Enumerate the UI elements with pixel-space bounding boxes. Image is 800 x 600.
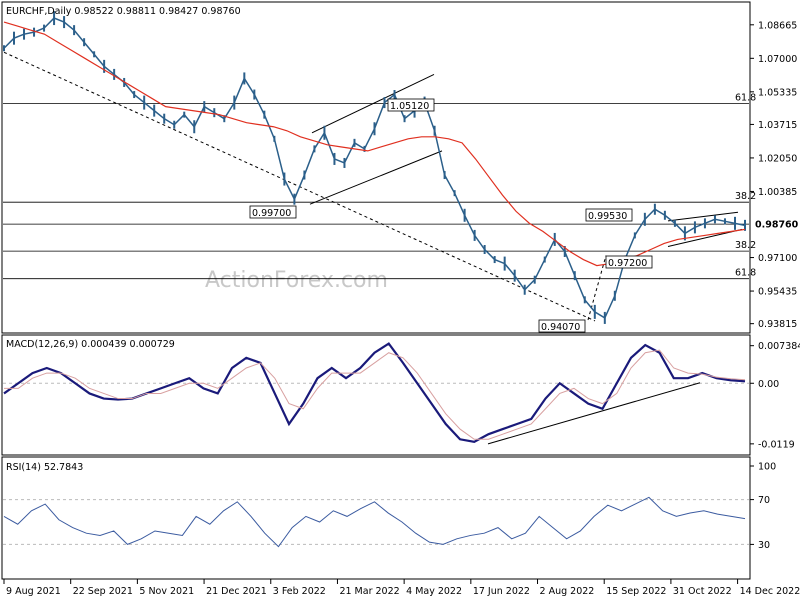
x-tick-label: 21 Mar 2022 — [339, 586, 399, 597]
rsi-y-tick-label: 30 — [758, 540, 770, 551]
x-tick-label: 22 Sep 2021 — [73, 586, 133, 597]
price-annotation-label: 1.05120 — [390, 101, 429, 112]
price-y-tick-label: 0.93815 — [758, 319, 797, 330]
price-annotation-label: 0.99700 — [252, 208, 291, 219]
rsi-title: RSI(14) 52.7843 — [6, 462, 83, 473]
price-annotation-label: 0.99530 — [588, 211, 627, 222]
rsi-panel-frame — [1, 456, 751, 580]
macd-title: MACD(12,26,9) 0.000439 0.000729 — [6, 339, 175, 350]
x-tick-label: 15 Sep 2022 — [606, 586, 666, 597]
macd-y-tick-label: 0.00 — [758, 379, 779, 390]
price-y-tick-label: 1.07000 — [758, 54, 797, 65]
fib-level-label: 38.2 — [735, 240, 756, 251]
fib-level-label: 61.8 — [735, 268, 756, 279]
price-annotation-label: 0.94070 — [541, 322, 580, 333]
symbol-label: EURCHF,Daily — [6, 6, 72, 17]
price-y-tick-label: 1.02050 — [758, 153, 797, 164]
chart-window: ActionForex.com 61.8 38.2 0.98760 38.2 61.8 1… — [0, 0, 800, 600]
x-tick-label: 5 Nov 2021 — [139, 586, 194, 597]
x-tick-label: 14 Dec 2022 — [740, 586, 800, 597]
x-tick-label: 2 Aug 2022 — [540, 586, 595, 597]
price-y-tick-label: 0.95435 — [758, 287, 797, 298]
fib-level-label: 38.2 — [735, 191, 756, 202]
x-tick-label: 31 Oct 2022 — [673, 586, 732, 597]
price-y-tick-label: 1.00385 — [758, 187, 797, 198]
price-y-tick-label: 1.05335 — [758, 87, 797, 98]
price-y-tick-label: 1.08665 — [758, 20, 797, 31]
chart-svg: ActionForex.com 61.838.20.9876038.261.81… — [1, 1, 800, 597]
x-tick-label: 9 Aug 2021 — [6, 586, 61, 597]
fib-level-label: 61.8 — [735, 93, 756, 104]
x-tick-label: 21 Dec 2021 — [206, 586, 267, 597]
price-title: EURCHF,Daily 0.98522 0.98811 0.98427 0.9… — [6, 6, 241, 17]
rsi-y-tick-label: 100 — [758, 462, 776, 473]
price-y-tick-label: 1.03715 — [758, 120, 797, 131]
x-tick-label: 17 Jun 2022 — [473, 586, 530, 597]
x-tick-label: 4 May 2022 — [406, 586, 462, 597]
current-price-label: 0.98760 — [755, 220, 799, 231]
macd-y-tick-label: 0.007384 — [758, 341, 800, 352]
price-annotation-label: 0.97200 — [608, 258, 647, 269]
watermark: ActionForex.com — [205, 268, 388, 293]
macd-y-tick-label: -0.0119 — [758, 439, 795, 450]
ohlc-label: 0.98522 0.98811 0.98427 0.98760 — [74, 6, 240, 17]
price-y-tick-label: 0.97100 — [758, 253, 797, 264]
x-tick-label: 3 Feb 2022 — [273, 586, 326, 597]
rsi-y-tick-label: 70 — [758, 495, 770, 506]
